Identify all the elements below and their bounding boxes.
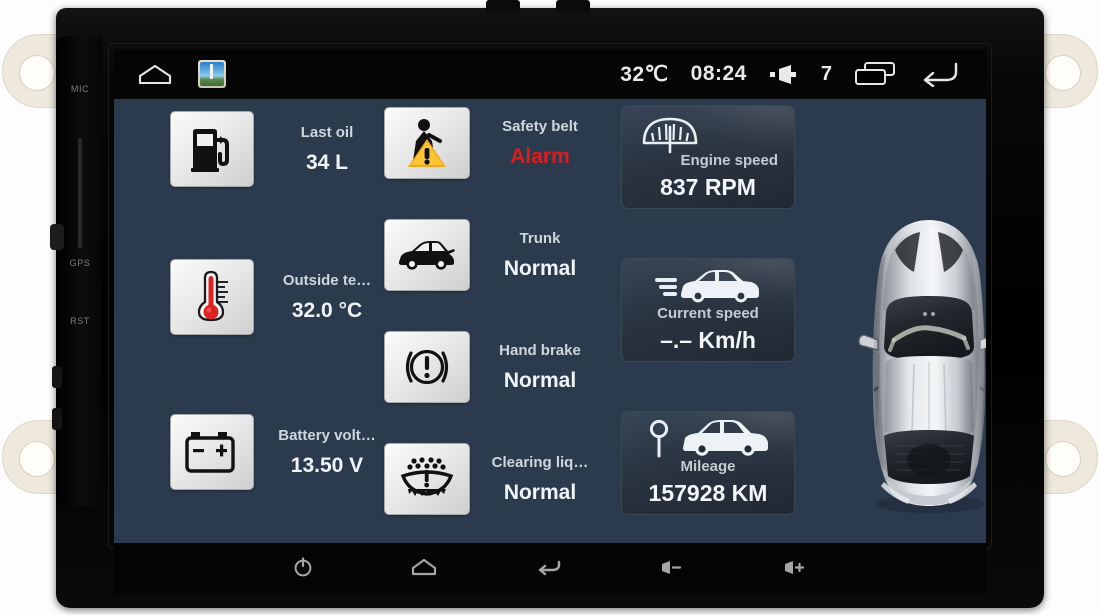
bracket-screw-hole <box>1045 55 1081 91</box>
left-side-rail: MIC GPS RST <box>50 36 102 506</box>
back-button[interactable] <box>534 557 562 582</box>
hand-brake-icon <box>384 331 470 403</box>
panel-current-speed[interactable]: Current speed –.– Km/h <box>621 258 795 362</box>
info-label: Trunk <box>519 229 561 247</box>
bracket-screw-hole <box>1045 441 1081 477</box>
milepost-car-icon <box>622 418 794 462</box>
touchscreen: 32℃ 08:24 7 Last oil 34 L Outside te… 32… <box>114 49 986 543</box>
info-text-safety-belt: Safety belt Alarm <box>486 118 594 169</box>
info-label: Safety belt <box>502 117 578 135</box>
info-row-trunk[interactable]: Trunk Normal <box>384 219 594 291</box>
android-status-bar: 32℃ 08:24 7 <box>114 49 986 99</box>
panel-engine-speed[interactable]: Engine speed 837 RPM <box>621 105 795 209</box>
info-label: Outside te… <box>282 271 372 289</box>
battery-icon <box>170 414 254 490</box>
info-row-hand-brake[interactable]: Hand brake Normal <box>384 331 594 403</box>
info-value: Normal <box>503 480 577 504</box>
info-text-trunk: Trunk Normal <box>486 230 594 281</box>
bracket-screw-hole <box>19 55 55 91</box>
info-value: 13.50 V <box>290 453 364 477</box>
info-row-safety-belt[interactable]: Safety belt Alarm <box>384 107 594 179</box>
info-value: Alarm <box>510 144 570 168</box>
panel-label: Mileage <box>680 458 736 475</box>
rail-label-rst: RST <box>70 316 90 326</box>
power-button[interactable] <box>292 556 314 583</box>
tachometer-icon <box>622 112 794 156</box>
status-bar-right: 32℃ 08:24 7 <box>620 61 986 87</box>
info-text-hand-brake: Hand brake Normal <box>486 342 594 393</box>
bracket-screw-hole <box>19 441 55 477</box>
info-row-battery-voltage[interactable]: Battery volt… 13.50 V <box>170 414 382 490</box>
card-slot <box>78 138 82 248</box>
thermometer-icon <box>170 259 254 335</box>
top-clip-right <box>556 0 590 12</box>
info-text-outside-temperature: Outside te… 32.0 °C <box>272 272 382 323</box>
volume-level: 7 <box>820 62 832 85</box>
rail-port-upper <box>52 366 62 388</box>
info-label: Battery volt… <box>278 426 376 444</box>
info-text-last-oil: Last oil 34 L <box>272 124 382 175</box>
status-bar-left <box>114 60 226 88</box>
outside-temperature-status: 32℃ <box>620 62 669 86</box>
seatbelt-warning-icon <box>384 107 470 179</box>
panel-label: Engine speed <box>680 152 778 169</box>
home-button[interactable] <box>411 557 437 582</box>
info-value: Normal <box>503 256 577 280</box>
info-row-last-oil[interactable]: Last oil 34 L <box>170 111 382 187</box>
car-trunk-icon <box>384 219 470 291</box>
panel-label: Current speed <box>657 305 759 322</box>
info-row-clearing-liquid[interactable]: Clearing liq… Normal <box>384 443 594 515</box>
info-value: Normal <box>503 368 577 392</box>
rail-label-mic: MIC <box>70 84 90 94</box>
volume-up-button[interactable] <box>782 557 808 582</box>
info-value: 34 L <box>305 150 349 174</box>
moving-car-icon <box>622 265 794 309</box>
app-icon-tower <box>210 64 213 79</box>
info-label: Clearing liq… <box>491 453 589 471</box>
volume-down-button[interactable] <box>659 557 685 582</box>
rail-knob[interactable] <box>50 224 64 250</box>
info-text-battery-voltage: Battery volt… 13.50 V <box>272 427 382 478</box>
top-clip-left <box>486 0 520 12</box>
hardware-button-bar <box>114 543 986 595</box>
back-arrow-icon[interactable] <box>918 61 960 87</box>
info-value: 32.0 °C <box>291 298 363 322</box>
rail-port-lower <box>52 408 62 430</box>
head-unit-body: MIC GPS RST 32℃ 08:24 7 Last oil 34 L Ou… <box>50 0 1044 608</box>
panel-mileage[interactable]: Mileage 157928 KM <box>621 411 795 515</box>
info-label: Hand brake <box>499 341 581 359</box>
fuel-pump-icon <box>170 111 254 187</box>
screenshot-root: MIC GPS RST 32℃ 08:24 7 Last oil 34 L Ou… <box>0 0 1100 615</box>
recent-apps-icon[interactable] <box>854 61 896 87</box>
rail-label-gps: GPS <box>69 258 91 268</box>
dashboard-content: Last oil 34 L Outside te… 32.0 °C Batter… <box>114 99 986 543</box>
panel-value: –.– Km/h <box>660 327 756 353</box>
navigation-app-icon[interactable] <box>198 60 226 88</box>
info-text-clearing-liquid: Clearing liq… Normal <box>486 454 594 505</box>
info-label: Last oil <box>300 123 354 141</box>
info-row-outside-temperature[interactable]: Outside te… 32.0 °C <box>170 259 382 335</box>
panel-value: 837 RPM <box>660 174 756 200</box>
washer-fluid-icon <box>384 443 470 515</box>
panel-value: 157928 KM <box>648 480 768 506</box>
clock: 08:24 <box>690 62 747 85</box>
home-icon[interactable] <box>138 63 172 85</box>
speaker-icon[interactable] <box>769 63 799 85</box>
car-top-view <box>854 214 986 514</box>
